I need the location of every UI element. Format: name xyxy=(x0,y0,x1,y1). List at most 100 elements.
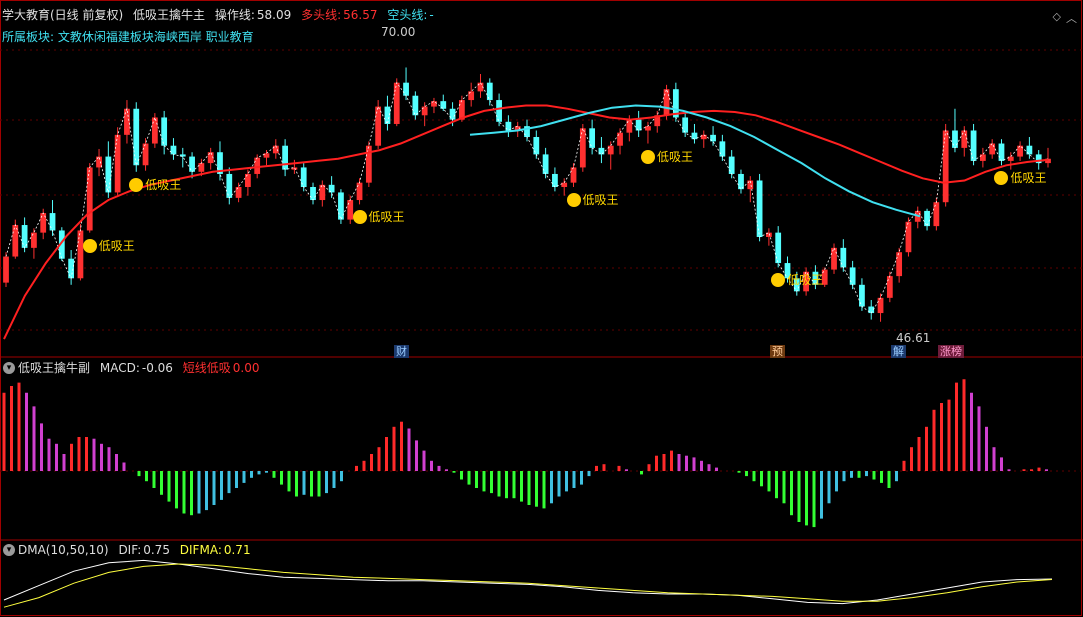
candle-body xyxy=(719,141,726,157)
macd-value: -0.06 xyxy=(141,361,173,375)
candle-body xyxy=(170,145,177,155)
candle-body xyxy=(198,163,205,172)
signal-label: 低吸王 xyxy=(368,210,405,225)
dma-difma-line xyxy=(3,563,1053,608)
macd-label: MACD: xyxy=(99,361,140,375)
main-header: 学大教育(日线 前复权) 低吸王擒牛主 操作线: 58.09 多头线: 56.57 … xyxy=(2,8,440,22)
candle-body xyxy=(105,156,112,193)
candle-body xyxy=(645,126,651,131)
candle-body xyxy=(617,132,623,146)
smiley-signal-icon xyxy=(352,210,367,225)
candle-body xyxy=(282,145,288,170)
candle-body xyxy=(989,143,996,155)
candle-body xyxy=(635,119,642,131)
candle-body xyxy=(961,130,968,148)
candle-body xyxy=(663,89,670,116)
high-price-label: 70.00 xyxy=(381,25,416,39)
candle-body xyxy=(682,117,689,133)
long-value: 56.57 xyxy=(343,8,378,22)
candle-body xyxy=(775,232,782,264)
signal-label: 低吸王 xyxy=(145,177,182,192)
indicator-name: 低吸王擒牛主 xyxy=(133,8,206,22)
ma-cyan-line xyxy=(469,104,921,218)
event-tag-cai[interactable]: 财 xyxy=(394,345,409,358)
candle-body xyxy=(77,230,84,279)
smiley-signal-icon xyxy=(82,238,97,253)
candle-body xyxy=(161,117,168,146)
candle-body xyxy=(496,100,502,122)
outer-frame xyxy=(0,0,1082,616)
collapse-chevron-icon[interactable]: ︿ xyxy=(1066,10,1077,26)
event-tag-jie[interactable]: 解 xyxy=(891,345,906,358)
short-value: - xyxy=(429,8,434,22)
smiley-signal-icon xyxy=(129,177,144,192)
signal-value: 0.00 xyxy=(232,361,260,375)
dma-panel-menu-icon[interactable]: ▾ xyxy=(3,544,15,556)
signal-label: 低吸王 xyxy=(98,238,135,253)
candle-body xyxy=(310,187,316,201)
candle-body xyxy=(561,182,568,187)
long-label: 多头线: xyxy=(301,8,342,22)
candle-body xyxy=(849,267,856,285)
candle-body xyxy=(486,82,493,101)
candle-body xyxy=(245,173,251,187)
candle-body xyxy=(626,119,633,133)
signal-label: 低吸王 xyxy=(787,273,824,288)
macd-panel-name: 低吸王擒牛副 xyxy=(18,361,91,375)
candle-body xyxy=(12,225,19,257)
candle-body xyxy=(998,143,1005,161)
dma-header: DMA(10,50,10) DIF: 0.75 DIFMA: 0.71 xyxy=(18,543,257,557)
candle-body xyxy=(356,182,363,201)
candle-body xyxy=(300,167,307,187)
candle-body xyxy=(952,130,958,148)
candle-body xyxy=(254,157,261,174)
smiley-signal-icon xyxy=(640,149,655,164)
candle-body xyxy=(505,121,512,131)
candle-body xyxy=(375,106,382,146)
candle-body xyxy=(552,173,558,187)
candle-body xyxy=(886,276,893,298)
smiley-signal-icon xyxy=(566,193,581,207)
candle-body xyxy=(728,156,735,174)
candle-body xyxy=(896,252,903,277)
candle-body xyxy=(1026,145,1033,155)
event-tag-zhangbang[interactable]: 涨榜 xyxy=(938,345,964,358)
candle-body xyxy=(40,213,47,233)
candle-body xyxy=(384,106,391,124)
ma-red-line xyxy=(3,104,1049,340)
candle-body xyxy=(319,184,326,201)
candle-body xyxy=(189,156,195,172)
candle-body xyxy=(86,167,93,231)
candle-body xyxy=(449,108,456,120)
candle-body xyxy=(133,108,140,166)
dma-dif-line xyxy=(3,559,1053,605)
candle-body xyxy=(235,187,242,198)
dif-label: DIF: xyxy=(118,543,142,557)
op-value: 58.09 xyxy=(256,8,292,22)
candle-body xyxy=(328,184,335,193)
dif-value: 0.75 xyxy=(143,543,170,557)
candle-body xyxy=(403,82,409,96)
macd-panel-menu-icon[interactable]: ▾ xyxy=(3,362,15,374)
candle-body xyxy=(607,145,614,155)
candle-body xyxy=(412,95,419,116)
candle-body xyxy=(570,167,577,183)
diamond-icon[interactable]: ◇ xyxy=(1053,10,1061,23)
candle-body xyxy=(533,137,540,155)
signal-label: 低吸王 xyxy=(656,149,693,164)
candle-body xyxy=(68,258,75,279)
candle-body xyxy=(31,232,37,248)
candle-body xyxy=(468,91,475,101)
candle-body xyxy=(226,173,233,198)
short-label: 空头线: xyxy=(387,8,428,22)
candle-body xyxy=(151,117,158,144)
candle-body xyxy=(905,221,912,253)
signal-label: 低吸王 xyxy=(1010,171,1047,186)
chart-window: { "main_header": { "title": "学大教育(日线 前复权… xyxy=(0,0,1083,617)
event-tag-yu[interactable]: 预 xyxy=(770,345,785,358)
dma-panel-name: DMA(10,50,10) xyxy=(18,543,109,557)
difma-label: DIFMA: xyxy=(179,543,222,557)
candle-body xyxy=(970,130,977,161)
candle-body xyxy=(3,256,9,283)
candle-body xyxy=(831,247,837,270)
